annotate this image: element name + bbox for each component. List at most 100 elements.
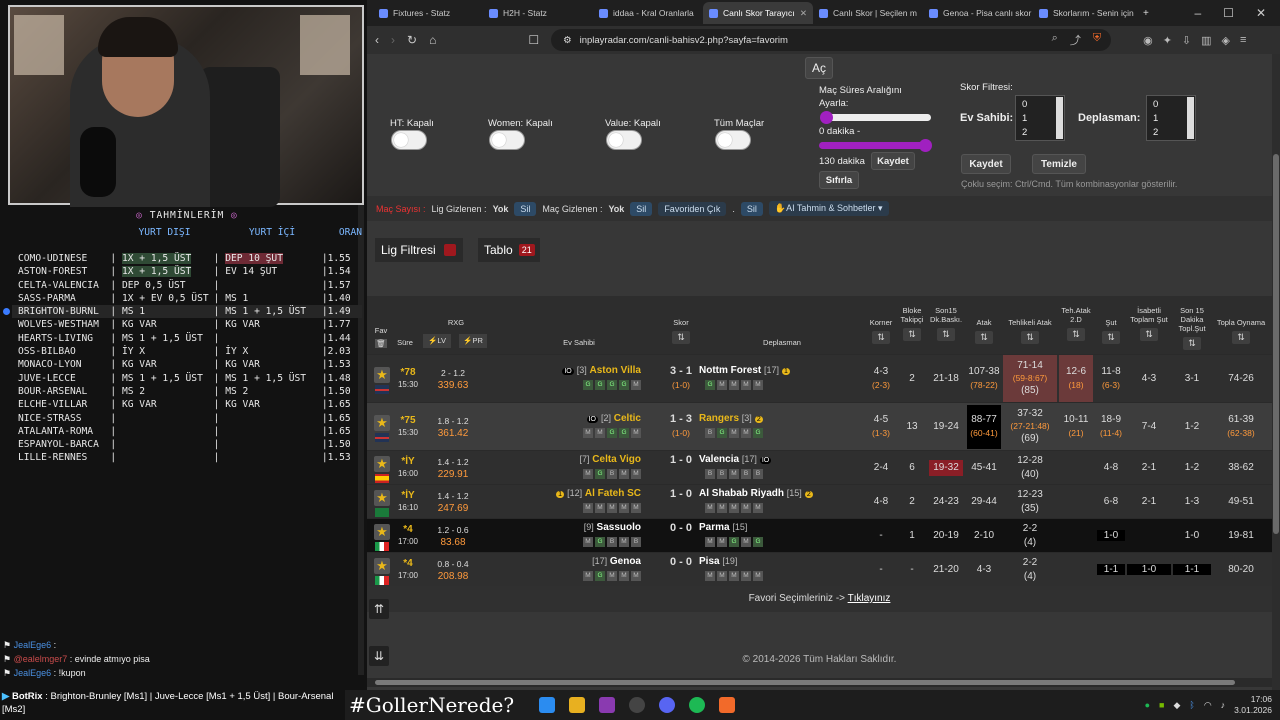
header-tatak[interactable]: Tehlikeli Atak ⇅: [1003, 318, 1057, 344]
discord-icon[interactable]: [659, 697, 675, 713]
away-opt-1[interactable]: 1: [1153, 112, 1189, 126]
browser-tab[interactable]: Genoa - Pisa canlı skor: [923, 2, 1033, 24]
home-opt-2[interactable]: 2: [1022, 126, 1058, 140]
ht-toggle[interactable]: [391, 130, 427, 150]
away-name[interactable]: Pisa: [699, 556, 720, 567]
range-save-button[interactable]: Kaydet: [871, 152, 915, 170]
value-toggle[interactable]: [606, 130, 642, 150]
maximize-icon[interactable]: ☐: [1223, 6, 1234, 20]
sort-icon[interactable]: ⇅: [1140, 328, 1158, 341]
away-opt-2[interactable]: 2: [1153, 126, 1189, 140]
favorite-star-icon[interactable]: ★: [374, 558, 390, 574]
horizontal-scroll-thumb[interactable]: [375, 680, 1235, 685]
extension-icon[interactable]: ◉: [1143, 34, 1153, 47]
league-filter-button[interactable]: Lig Filtresi: [375, 238, 463, 262]
match-row[interactable]: ★ *4 17:00 1.2 - 0.6 83.68 [9] Sassuolo M G B M B 0…: [367, 518, 1272, 552]
home-score-select[interactable]: 012: [1015, 95, 1065, 141]
sidebar-icon[interactable]: ▥: [1201, 34, 1211, 47]
home-select-scrollbar[interactable]: [1056, 97, 1063, 139]
obs-icon[interactable]: [629, 697, 645, 713]
sort-icon[interactable]: ⇅: [1102, 331, 1120, 344]
match-row[interactable]: ★ *75 15:30 1.8 - 1.2 361.42 IO [2] Celtic M M G G…: [367, 402, 1272, 450]
sort-icon[interactable]: ⇅: [1183, 337, 1201, 350]
women-toggle[interactable]: [489, 130, 525, 150]
menu-icon[interactable]: ≡: [1240, 34, 1246, 47]
sort-icon[interactable]: ⇅: [903, 328, 921, 341]
page-scroll-thumb[interactable]: [1273, 154, 1279, 534]
tray-nvidia-icon[interactable]: ■: [1159, 700, 1164, 710]
sort-icon[interactable]: ⇅: [872, 331, 890, 344]
notepad-icon[interactable]: [599, 697, 615, 713]
away-opt-0[interactable]: 0: [1153, 98, 1189, 112]
range-slider-min[interactable]: [825, 114, 931, 121]
favorite-star-icon[interactable]: ★: [374, 490, 390, 506]
match-hidden-clear-button[interactable]: Sil: [630, 201, 653, 216]
home-name[interactable]: Aston Villa: [590, 365, 642, 376]
sort-icon[interactable]: ⇅: [1067, 328, 1085, 341]
away-name[interactable]: Valencia: [699, 454, 739, 465]
home-name[interactable]: Celta Vigo: [592, 454, 641, 465]
browser-tab[interactable]: iddaa - Kral Oranlarla: [593, 2, 703, 24]
away-name[interactable]: Parma: [699, 522, 730, 533]
tray-spotify-icon[interactable]: ●: [1145, 700, 1150, 710]
ai-chat-button[interactable]: ✋AI Tahmin & Sohbetler ▾: [768, 201, 889, 216]
home-name[interactable]: Celtic: [614, 413, 641, 424]
tray-app-icon[interactable]: ◆: [1173, 700, 1180, 711]
horizontal-scrollbar[interactable]: [367, 678, 1272, 687]
sort-icon[interactable]: ⇅: [937, 328, 955, 341]
header-atak[interactable]: Atak ⇅: [967, 318, 1001, 344]
zoom-icon[interactable]: ⌕: [1052, 32, 1058, 48]
league-hidden-clear-button[interactable]: Sil: [514, 201, 537, 216]
header-teh2d[interactable]: Teh.Atak 2.D ⇅: [1059, 306, 1093, 341]
home-icon[interactable]: ⌂: [429, 33, 436, 47]
away-name[interactable]: Al Shabab Riyadh: [699, 488, 784, 499]
home-name[interactable]: Al Fateh SC: [585, 488, 641, 499]
forward-icon[interactable]: ›: [391, 33, 395, 47]
header-isabet[interactable]: İsabetli Toplam Şut ⇅: [1127, 306, 1171, 341]
header-bloke[interactable]: Bloke Takipçi ⇅: [899, 306, 925, 341]
away-score-select[interactable]: 012: [1146, 95, 1196, 141]
open-button[interactable]: Aç: [805, 57, 833, 79]
match-row[interactable]: ★ *İY 16:10 1.4 - 1.2 247.69 1 [12] Al Fateh S…: [367, 484, 1272, 518]
home-opt-1[interactable]: 1: [1022, 112, 1058, 126]
start-icon[interactable]: [539, 697, 555, 713]
browser-tab[interactable]: H2H - Statz: [483, 2, 593, 24]
explorer-icon[interactable]: [569, 697, 585, 713]
home-name[interactable]: Genoa: [610, 556, 641, 567]
home-name[interactable]: Sassuolo: [597, 522, 641, 533]
tab-close-icon[interactable]: ✕: [800, 8, 807, 19]
vpn-icon[interactable]: ◈: [1222, 34, 1230, 47]
reload-icon[interactable]: ↻: [407, 33, 417, 47]
site-info-icon[interactable]: ⚙: [563, 35, 572, 46]
bookmark-icon[interactable]: ☐: [528, 33, 539, 47]
back-icon[interactable]: ‹: [375, 33, 379, 47]
favorite-star-icon[interactable]: ★: [374, 456, 390, 472]
unfavorite-clear-button[interactable]: Sil: [740, 201, 763, 216]
close-window-icon[interactable]: ✕: [1256, 6, 1266, 20]
unfavorite-button[interactable]: Favoriden Çık: [658, 201, 727, 216]
away-name[interactable]: Rangers: [699, 413, 739, 424]
all-matches-toggle[interactable]: [715, 130, 751, 150]
header-son15[interactable]: Son15 Dk.Baskı. ⇅: [929, 306, 963, 341]
sort-icon[interactable]: ⇅: [1232, 331, 1250, 344]
browser-tab[interactable]: Fixtures - Statz: [373, 2, 483, 24]
pr-sort-button[interactable]: ⚡PR: [459, 334, 487, 348]
share-icon[interactable]: ⤴: [1070, 32, 1081, 48]
spotify-icon[interactable]: [689, 697, 705, 713]
sort-icon[interactable]: ⇅: [975, 331, 993, 344]
browser-tab[interactable]: Canlı Skor | Seçilen m: [813, 2, 923, 24]
tray-volume-icon[interactable]: ♪: [1221, 700, 1226, 710]
favorites-link[interactable]: Tıklayınız: [848, 593, 891, 604]
tray-wifi-icon[interactable]: ◠: [1204, 700, 1212, 711]
brave-icon[interactable]: [719, 697, 735, 713]
page-scrollbar[interactable]: [1272, 54, 1280, 690]
trash-icon[interactable]: 🗑: [375, 339, 387, 348]
download-icon[interactable]: ⇩: [1182, 34, 1191, 47]
favorite-star-icon[interactable]: ★: [374, 367, 390, 383]
header-score[interactable]: Skor ⇅: [667, 318, 695, 344]
address-bar[interactable]: ⚙ inplayradar.com/canli-bahisv2.php?sayfa…: [551, 29, 1112, 51]
home-opt-0[interactable]: 0: [1022, 98, 1058, 112]
match-row[interactable]: ★ *4 17:00 0.8 - 0.4 208.98 [17] Genoa M G M M M 0 …: [367, 552, 1272, 586]
match-row[interactable]: ★ *78 15:30 2 - 1.2 339.63 IO [3] Aston Villa G…: [367, 354, 1272, 403]
browser-tab[interactable]: Canlı Skor Tarayıcı ✕: [703, 2, 813, 24]
